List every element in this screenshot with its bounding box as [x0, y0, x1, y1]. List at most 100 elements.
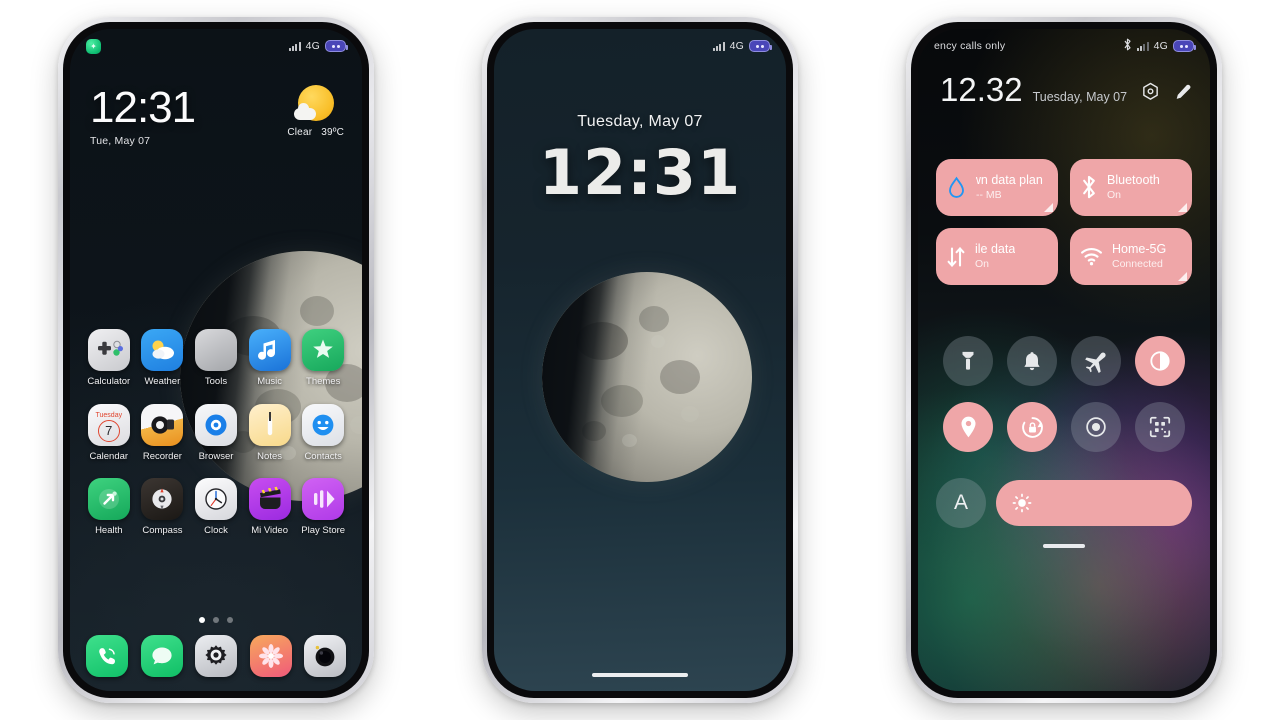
phone-control-center: ency calls only 4G 12.32 Tuesday, May 07 [906, 17, 1222, 703]
card-mobile-data[interactable]: ile data On [936, 228, 1058, 285]
app-label: Tools [204, 376, 228, 387]
brightness-row: A [936, 478, 1192, 528]
themes-icon [302, 329, 345, 371]
phone-icon[interactable] [86, 635, 128, 677]
calculator-icon [87, 329, 130, 371]
drag-handle[interactable] [1043, 544, 1085, 548]
toggle-screen-record[interactable] [1071, 402, 1121, 452]
signal-bars-no-sim-icon [1137, 41, 1149, 51]
app-contacts[interactable]: Contacts [296, 403, 350, 463]
bluetooth-icon [1123, 38, 1132, 54]
card-data-plan[interactable]: nown data plan -- MB [936, 159, 1058, 216]
toggle-qr-scanner[interactable] [1135, 402, 1185, 452]
control-center-date: Tuesday, May 07 [1032, 90, 1128, 104]
app-themes[interactable]: Themes [296, 329, 350, 388]
toggle-location[interactable] [943, 402, 993, 452]
auto-brightness-label: A [953, 491, 968, 514]
status-bar-left: ✦ [86, 38, 101, 54]
card-text: ile data On [975, 242, 1015, 271]
calendar-day-number: 7 [97, 419, 120, 442]
toggle-dark-mode[interactable] [1135, 336, 1185, 386]
auto-brightness-button[interactable]: A [936, 478, 986, 528]
toggle-notifications[interactable] [1007, 336, 1057, 386]
app-notes[interactable]: Notes [243, 403, 297, 463]
app-music[interactable]: Music [243, 329, 297, 388]
home-indicator[interactable] [592, 673, 688, 677]
app-mi-video[interactable]: Mi Video [243, 478, 297, 537]
toggle-airplane-mode[interactable] [1071, 336, 1121, 386]
app-label: Themes [306, 376, 341, 387]
recorder-icon [141, 403, 184, 446]
expand-corner-icon[interactable] [1044, 203, 1053, 212]
signal-bars-icon [713, 41, 725, 51]
status-bar-right: 4G [713, 40, 772, 52]
edit-pencil-icon[interactable] [1174, 83, 1192, 101]
home-clock-date: Tue, May 07 [90, 135, 151, 147]
settings-icon[interactable] [195, 635, 237, 677]
rotation-lock-icon [1021, 416, 1043, 438]
health-icon [87, 478, 130, 520]
app-clock[interactable]: Clock [189, 478, 243, 537]
app-browser[interactable]: Browser [189, 403, 243, 463]
brightness-slider[interactable] [996, 480, 1192, 526]
page-dot[interactable] [227, 617, 233, 623]
weather-icon [141, 329, 184, 371]
status-bar: ✦ 4G [70, 29, 362, 63]
tools-folder-icon [194, 329, 237, 371]
app-recorder[interactable]: Recorder [136, 403, 190, 463]
app-label: Weather [144, 376, 181, 387]
scene: ✦ 4G 12:31 Tue, May 07 Clear 39ºC Calcul… [0, 0, 1280, 720]
contacts-icon [302, 403, 345, 446]
app-label: Browser [198, 450, 234, 462]
page-dot[interactable] [213, 617, 219, 623]
app-label: Contacts [304, 450, 342, 462]
app-label: Play Store [301, 525, 346, 536]
home-clock-time: 12:31 [90, 83, 196, 132]
control-center-clock: 12.32 Tuesday, May 07 [940, 73, 1127, 107]
app-health[interactable]: Health [82, 478, 136, 537]
app-calendar[interactable]: Tuesday 7 Calendar [82, 403, 136, 463]
app-tools-folder[interactable]: Tools [189, 329, 243, 388]
toggle-flashlight[interactable] [943, 336, 993, 386]
calendar-day-name: Tuesday [95, 411, 123, 419]
page-dot[interactable] [199, 617, 205, 623]
settings-gear-icon[interactable] [1141, 82, 1160, 101]
app-grid: Calculator Weather Tools Music Themes Tu… [70, 329, 362, 537]
expand-corner-icon[interactable] [1178, 272, 1187, 281]
location-pin-icon [960, 416, 976, 438]
status-bar: ency calls only 4G [918, 29, 1210, 63]
page-indicator-dots[interactable] [70, 617, 362, 623]
card-wifi[interactable]: Home-5G Connected [1070, 228, 1192, 285]
home-weather-widget[interactable]: Clear 39ºC [287, 85, 344, 138]
weather-condition: Clear [287, 127, 313, 138]
quick-setting-cards: nown data plan -- MB Bluetooth On [936, 159, 1192, 285]
card-text: Home-5G Connected [1112, 242, 1166, 271]
messages-icon[interactable] [140, 635, 183, 677]
clock-icon [194, 478, 237, 520]
phone-lock-screen: 4G Tuesday, May 07 12:31 [482, 17, 798, 703]
toggle-rotation-lock[interactable] [1007, 402, 1057, 452]
app-play-store[interactable]: Play Store [296, 478, 350, 537]
network-label: 4G [1153, 40, 1168, 52]
card-title: Bluetooth [1107, 173, 1160, 187]
app-calculator[interactable]: Calculator [82, 329, 136, 388]
gallery-icon[interactable] [249, 635, 292, 677]
compass-icon [141, 478, 184, 520]
expand-corner-icon[interactable] [1178, 203, 1187, 212]
app-weather[interactable]: Weather [136, 329, 190, 388]
home-screen: ✦ 4G 12:31 Tue, May 07 Clear 39ºC Calcul… [70, 29, 362, 691]
camera-icon[interactable] [304, 635, 346, 677]
home-clock-widget[interactable]: 12:31 Tue, May 07 [90, 83, 196, 148]
lock-screen: 4G Tuesday, May 07 12:31 [494, 29, 786, 691]
card-bluetooth[interactable]: Bluetooth On [1070, 159, 1192, 216]
app-compass[interactable]: Compass [136, 478, 190, 537]
wifi-icon [1081, 248, 1102, 266]
card-text: Bluetooth On [1107, 173, 1160, 202]
browser-icon [194, 403, 237, 446]
quick-toggle-grid [936, 336, 1192, 452]
mi-video-icon [248, 478, 291, 520]
calendar-icon: Tuesday 7 [87, 403, 130, 446]
battery-icon [325, 40, 348, 52]
dark-mode-icon [1150, 351, 1170, 371]
app-label: Music [257, 376, 282, 387]
